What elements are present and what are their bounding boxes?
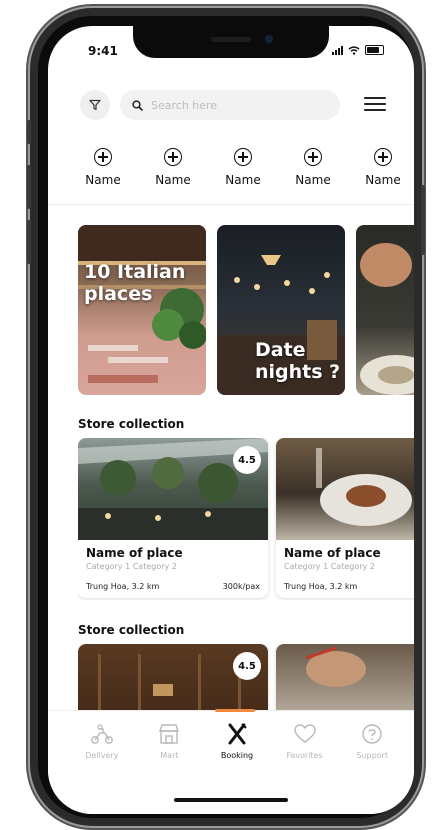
store-carousel: 4.5: [78, 644, 414, 714]
status-time: 9:41: [88, 44, 118, 58]
tab-mart[interactable]: Mart: [136, 723, 204, 760]
store-location: Trung Hoa, 3.2 km: [284, 582, 358, 591]
store-photo-art: [305, 646, 366, 687]
store-categories: Category 1 Category 2: [284, 562, 375, 571]
promo-card[interactable]: [356, 225, 414, 395]
store-carousel: 4.5 Name of place Category 1 Category 2 …: [78, 438, 414, 600]
front-camera: [265, 35, 273, 43]
battery-icon: [365, 45, 384, 55]
notch: [133, 26, 329, 58]
promo-carousel: 10 Italian places Date nights ?: [78, 225, 414, 395]
signal-icon: [332, 46, 343, 55]
search-box[interactable]: [120, 90, 340, 120]
promo-title: Date nights ?: [255, 339, 341, 383]
add-circle-icon: [164, 148, 182, 166]
filter-icon: [89, 99, 101, 111]
store-name: Name of place: [86, 546, 183, 560]
utensils-icon: [228, 723, 247, 745]
store-photo: [276, 438, 414, 540]
status-icons: [332, 45, 384, 55]
category-item[interactable]: Name: [138, 148, 208, 194]
category-item[interactable]: Name: [348, 148, 414, 194]
mute-switch: [27, 120, 31, 144]
category-item[interactable]: Name: [278, 148, 348, 194]
scooter-icon: [90, 724, 113, 744]
category-item[interactable]: Name: [208, 148, 278, 194]
rating-badge: 4.5: [233, 652, 261, 680]
search-row: [80, 90, 394, 120]
category-label: Name: [85, 173, 121, 187]
tab-label: Delivery: [85, 751, 119, 760]
category-label: Name: [365, 173, 401, 187]
store-name: Name of place: [284, 546, 381, 560]
promo-card[interactable]: Date nights ?: [217, 225, 345, 395]
hamburger-icon: [364, 97, 386, 99]
tab-label: Mart: [160, 751, 179, 760]
search-icon: [132, 99, 143, 111]
active-tab-indicator: [215, 709, 255, 712]
heart-icon: [293, 724, 316, 743]
help-circle-icon: [362, 724, 382, 744]
category-label: Name: [225, 173, 261, 187]
tab-booking[interactable]: Booking: [203, 723, 271, 760]
speaker-grille: [211, 37, 251, 42]
section-title: Store collection: [78, 417, 185, 431]
restaurant-photo: [360, 243, 414, 395]
category-label: Name: [155, 173, 191, 187]
tab-favorites[interactable]: Favorites: [271, 723, 339, 760]
restaurant-photo: [78, 225, 206, 383]
tab-label: Favorites: [286, 751, 323, 760]
bottom-tab-bar: Delivery Mart Booking Favorites Support: [48, 709, 414, 814]
add-circle-icon: [304, 148, 322, 166]
volume-up-button: [27, 165, 31, 209]
rating-badge: 4.5: [233, 446, 261, 474]
category-item[interactable]: Name: [68, 148, 138, 194]
menu-button[interactable]: [364, 97, 386, 113]
store-card[interactable]: [276, 644, 414, 714]
add-circle-icon: [374, 148, 392, 166]
tab-label: Booking: [220, 751, 254, 760]
app-screen: 9:41 Name: [48, 26, 414, 814]
store-categories: Category 1 Category 2: [86, 562, 177, 571]
search-input[interactable]: [149, 97, 323, 113]
store-icon: [159, 724, 180, 744]
add-circle-icon: [94, 148, 112, 166]
promo-title: 10 Italian places: [84, 261, 186, 305]
category-strip: Name Name Name Name Name: [68, 148, 414, 194]
filter-button[interactable]: [80, 90, 110, 120]
add-circle-icon: [234, 148, 252, 166]
home-indicator: [174, 798, 288, 802]
tab-label: Support: [356, 751, 388, 760]
tab-support[interactable]: Support: [338, 723, 406, 760]
store-card[interactable]: 4.5: [78, 644, 268, 714]
tab-delivery[interactable]: Delivery: [68, 723, 136, 760]
store-card[interactable]: 4.5 Name of place Category 1 Category 2 …: [78, 438, 268, 598]
promo-card[interactable]: 10 Italian places: [78, 225, 206, 395]
store-photo: [276, 644, 414, 714]
section-title: Store collection: [78, 623, 185, 637]
store-photo-art: [316, 448, 412, 526]
divider: [48, 204, 414, 205]
store-card[interactable]: Name of place Category 1 Category 2 Trun…: [276, 438, 414, 598]
volume-down-button: [27, 220, 31, 264]
power-button: [421, 185, 425, 255]
category-label: Name: [295, 173, 331, 187]
wifi-icon: [348, 46, 360, 55]
store-price: 300k/pax: [222, 582, 260, 591]
store-location: Trung Hoa, 3.2 km: [86, 582, 160, 591]
